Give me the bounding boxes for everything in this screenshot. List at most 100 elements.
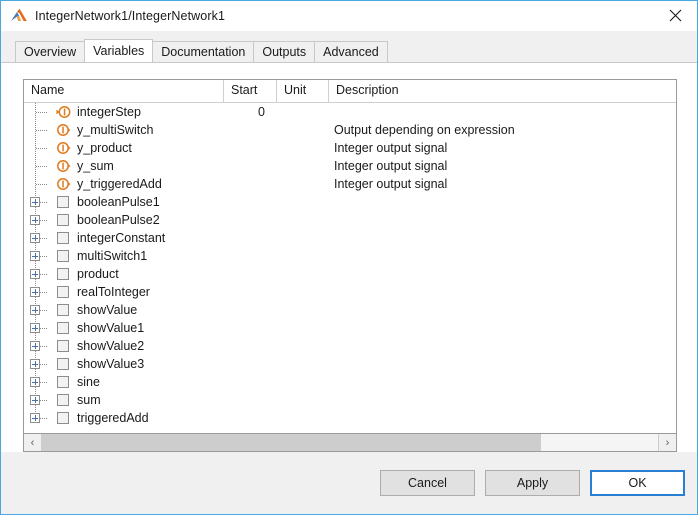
cell-desc[interactable] (329, 229, 676, 247)
tree-connector-icon (35, 121, 49, 139)
cell-desc[interactable] (329, 301, 676, 319)
tab-documentation[interactable]: Documentation (152, 41, 255, 62)
cell-start[interactable] (224, 157, 277, 175)
expand-node-icon[interactable] (30, 287, 40, 297)
expand-node-icon[interactable] (30, 359, 40, 369)
cell-desc[interactable] (329, 337, 676, 355)
component-block-icon (56, 231, 72, 245)
tab-advanced[interactable]: Advanced (314, 41, 388, 62)
table-row[interactable]: showValue3 (24, 355, 676, 373)
cell-start[interactable] (224, 175, 277, 193)
cell-start[interactable] (224, 247, 277, 265)
column-header-name[interactable]: Name (24, 80, 224, 102)
output-variable-icon (56, 177, 72, 191)
cell-desc[interactable] (329, 211, 676, 229)
cell-start[interactable] (224, 211, 277, 229)
column-header-start[interactable]: Start (224, 80, 277, 102)
cell-desc[interactable] (329, 355, 676, 373)
cell-desc[interactable] (329, 319, 676, 337)
cell-desc[interactable] (329, 409, 676, 427)
cell-start[interactable] (224, 283, 277, 301)
expand-node-icon[interactable] (30, 305, 40, 315)
output-variable-icon (56, 123, 72, 137)
table-row[interactable]: booleanPulse2 (24, 211, 676, 229)
table-row[interactable]: showValue1 (24, 319, 676, 337)
expand-node-icon[interactable] (30, 413, 40, 423)
expand-node-icon[interactable] (30, 269, 40, 279)
cell-desc[interactable] (329, 391, 676, 409)
cell-desc[interactable] (329, 247, 676, 265)
cell-start[interactable] (224, 229, 277, 247)
table-row[interactable]: y_triggeredAdd Integer output signal (24, 175, 676, 193)
column-header-desc[interactable]: Description (329, 80, 676, 102)
cell-start[interactable] (224, 409, 277, 427)
cancel-button[interactable]: Cancel (380, 470, 475, 496)
cell-start[interactable] (224, 373, 277, 391)
expand-node-icon[interactable] (30, 215, 40, 225)
cell-start[interactable] (224, 337, 277, 355)
component-block-icon (56, 249, 72, 263)
cell-start[interactable] (224, 139, 277, 157)
apply-button[interactable]: Apply (485, 470, 580, 496)
cell-start[interactable] (224, 301, 277, 319)
table-row[interactable]: integerConstant (24, 229, 676, 247)
variable-name-label: booleanPulse2 (77, 213, 160, 227)
scrollbar-track[interactable] (42, 434, 658, 451)
cell-unit (277, 103, 329, 121)
cell-start[interactable] (224, 319, 277, 337)
column-header-unit[interactable]: Unit (277, 80, 329, 102)
expand-node-icon[interactable] (30, 377, 40, 387)
tab-outputs[interactable]: Outputs (253, 41, 316, 62)
scrollbar-thumb[interactable] (42, 434, 541, 451)
table-row[interactable]: triggeredAdd (24, 409, 676, 427)
close-icon[interactable] (653, 1, 697, 30)
cell-start[interactable]: 0 (224, 103, 277, 121)
table-row[interactable]: y_multiSwitch Output depending on express… (24, 121, 676, 139)
table-header-row: Name Start Unit Description (24, 80, 676, 103)
matlab-membrane-icon (10, 8, 28, 24)
tab-variables[interactable]: Variables (84, 39, 154, 62)
output-variable-icon (56, 105, 72, 119)
cell-desc[interactable]: Integer output signal (329, 139, 676, 157)
table-row[interactable]: booleanPulse1 (24, 193, 676, 211)
expand-node-icon[interactable] (30, 395, 40, 405)
cell-start[interactable] (224, 193, 277, 211)
cell-desc[interactable]: Integer output signal (329, 157, 676, 175)
cell-desc[interactable] (329, 193, 676, 211)
table-row[interactable]: y_sum Integer output signal (24, 157, 676, 175)
tree-connector-icon (35, 103, 49, 121)
horizontal-scrollbar[interactable]: ‹ › (24, 433, 676, 451)
table-row[interactable]: realToInteger (24, 283, 676, 301)
cell-desc[interactable] (329, 373, 676, 391)
cell-name: y_triggeredAdd (24, 175, 224, 193)
table-row[interactable]: multiSwitch1 (24, 247, 676, 265)
cell-desc[interactable] (329, 103, 676, 121)
cell-desc[interactable] (329, 283, 676, 301)
scroll-left-icon[interactable]: ‹ (24, 434, 42, 451)
expand-node-icon[interactable] (30, 251, 40, 261)
cell-name: y_sum (24, 157, 224, 175)
expand-node-icon[interactable] (30, 323, 40, 333)
component-block-icon (56, 339, 72, 353)
cell-start[interactable] (224, 391, 277, 409)
ok-button[interactable]: OK (590, 470, 685, 496)
cell-start[interactable] (224, 355, 277, 373)
table-row[interactable]: showValue2 (24, 337, 676, 355)
variable-name-label: triggeredAdd (77, 411, 149, 425)
expand-node-icon[interactable] (30, 233, 40, 243)
cell-desc[interactable]: Integer output signal (329, 175, 676, 193)
expand-node-icon[interactable] (30, 197, 40, 207)
table-row[interactable]: product (24, 265, 676, 283)
table-row[interactable]: integerStep 0 (24, 103, 676, 121)
table-row[interactable]: sine (24, 373, 676, 391)
cell-desc[interactable]: Output depending on expression (329, 121, 676, 139)
tab-overview[interactable]: Overview (15, 41, 86, 62)
cell-start[interactable] (224, 121, 277, 139)
cell-start[interactable] (224, 265, 277, 283)
table-row[interactable]: y_product Integer output signal (24, 139, 676, 157)
scroll-right-icon[interactable]: › (658, 434, 676, 451)
cell-desc[interactable] (329, 265, 676, 283)
expand-node-icon[interactable] (30, 341, 40, 351)
table-row[interactable]: sum (24, 391, 676, 409)
table-row[interactable]: showValue (24, 301, 676, 319)
